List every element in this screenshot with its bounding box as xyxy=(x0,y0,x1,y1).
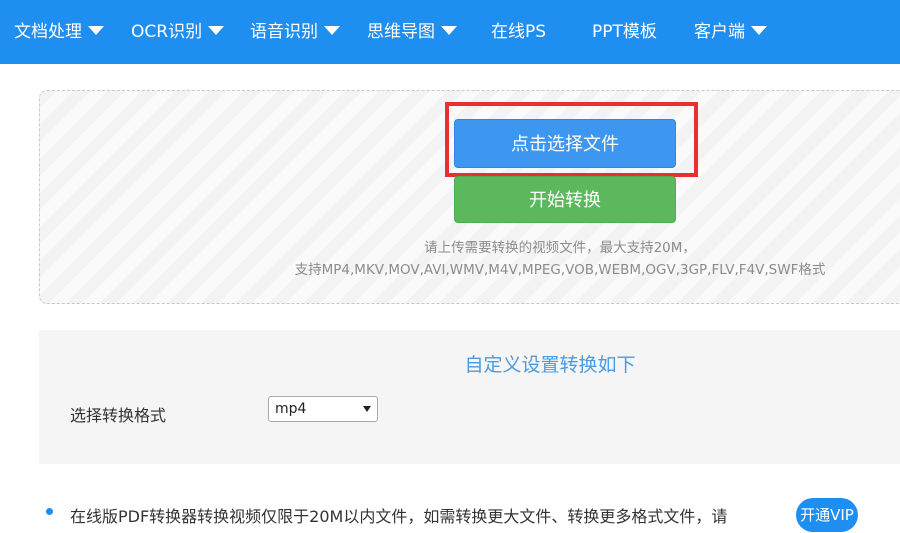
nav-item-ppt-templates[interactable]: PPT模板 xyxy=(592,0,657,64)
nav-item-label: PPT模板 xyxy=(592,22,657,42)
nav-item-ocr[interactable]: OCR识别 xyxy=(131,0,225,64)
select-file-button[interactable]: 点击选择文件 xyxy=(454,119,676,168)
caret-down-icon xyxy=(441,26,457,35)
format-select-value: mp4 xyxy=(275,401,307,417)
settings-title: 自定义设置转换如下 xyxy=(464,354,636,376)
open-vip-button[interactable]: 开通VIP xyxy=(796,498,858,532)
bullet-icon xyxy=(46,508,53,515)
nav-item-label: 语音识别 xyxy=(250,22,318,42)
nav-item-speech[interactable]: 语音识别 xyxy=(250,0,340,64)
dropdown-arrow-icon xyxy=(363,406,371,412)
format-select[interactable]: mp4 xyxy=(268,396,378,422)
caret-down-icon xyxy=(324,26,340,35)
notice-text: 在线版PDF转换器转换视频仅限于20M以内文件，如需转换更大文件、转换更多格式文… xyxy=(70,507,728,526)
upload-tip-size: 请上传需要转换的视频文件，最大支持20M， xyxy=(424,240,696,256)
nav-item-online-ps[interactable]: 在线PS xyxy=(491,0,546,64)
nav-item-label: 文档处理 xyxy=(14,22,82,42)
start-convert-button[interactable]: 开始转换 xyxy=(454,176,676,223)
upload-tip-formats: 支持MP4,MKV,MOV,AVI,WMV,M4V,MPEG,VOB,WEBM,… xyxy=(294,262,826,278)
caret-down-icon xyxy=(208,26,225,35)
nav-item-label: 客户端 xyxy=(694,22,745,42)
caret-down-icon xyxy=(88,26,104,35)
nav-item-doc-processing[interactable]: 文档处理 xyxy=(14,0,104,64)
nav-item-client[interactable]: 客户端 xyxy=(694,0,767,64)
nav-item-label: OCR识别 xyxy=(131,22,203,42)
format-label: 选择转换格式 xyxy=(70,406,167,425)
top-nav: 文档处理 OCR识别 语音识别 思维导图 在线PS PPT模板 客户端 xyxy=(0,0,900,64)
nav-item-label: 思维导图 xyxy=(367,22,435,42)
caret-down-icon xyxy=(751,26,767,35)
nav-item-mindmap[interactable]: 思维导图 xyxy=(367,0,457,64)
nav-item-label: 在线PS xyxy=(491,22,547,42)
